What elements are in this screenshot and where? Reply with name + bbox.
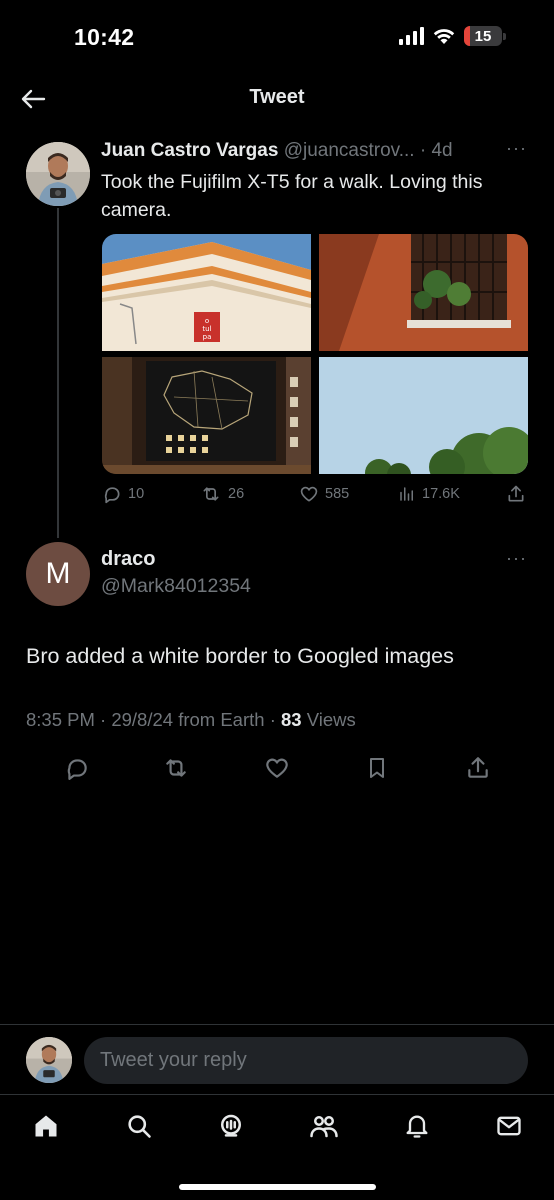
media-grid: o tul pa bbox=[102, 234, 528, 474]
like-button[interactable]: 585 bbox=[299, 484, 349, 504]
retweet-button[interactable] bbox=[160, 752, 192, 784]
tweet-actions bbox=[0, 752, 554, 784]
avatar-letter: M bbox=[45, 557, 71, 590]
search-icon bbox=[128, 1115, 151, 1138]
sign-text-line-1: o bbox=[205, 317, 209, 325]
sign-text-line-3: pa bbox=[203, 333, 212, 341]
heart-icon bbox=[300, 486, 318, 502]
status-bar: 10:42 15 bbox=[0, 0, 554, 76]
reply-icon bbox=[67, 759, 87, 780]
reply-composer bbox=[0, 1024, 554, 1094]
more-options-button[interactable]: ··· bbox=[506, 548, 527, 569]
home-icon bbox=[35, 1115, 57, 1137]
cellular-signal-icon bbox=[399, 27, 424, 45]
status-icons: 15 bbox=[399, 26, 506, 46]
share-icon bbox=[468, 757, 488, 778]
nav-communities[interactable] bbox=[309, 1111, 339, 1141]
retweet-icon bbox=[203, 487, 219, 501]
tweet-actions: 10 26 585 17.6K bbox=[102, 484, 528, 510]
tweet-header: Juan Castro Vargas @juancastrov... · 4d bbox=[101, 140, 531, 162]
share-icon bbox=[508, 485, 524, 502]
retweet-button[interactable]: 26 bbox=[200, 484, 244, 504]
communities-icon bbox=[310, 1116, 338, 1138]
thread-connector-line bbox=[57, 208, 59, 538]
retweet-count: 26 bbox=[228, 486, 245, 502]
like-button[interactable] bbox=[261, 752, 293, 784]
media-image-building[interactable]: o tul pa bbox=[102, 234, 311, 351]
media-image-sky[interactable] bbox=[319, 357, 528, 474]
spaces-icon bbox=[221, 1114, 241, 1137]
avatar[interactable] bbox=[26, 1037, 72, 1083]
battery-level-fill bbox=[464, 26, 470, 46]
timestamp-and-source: 8:35 PM · 29/8/24 from Earth · bbox=[26, 709, 281, 730]
battery-percentage: 15 bbox=[474, 27, 492, 45]
retweet-icon bbox=[166, 759, 186, 777]
battery-icon: 15 bbox=[464, 26, 506, 46]
avatar[interactable]: M bbox=[26, 542, 90, 606]
bookmark-icon bbox=[370, 758, 384, 778]
wifi-icon bbox=[433, 29, 455, 44]
tweet-metadata: 8:35 PM · 29/8/24 from Earth · 83 Views bbox=[26, 709, 356, 731]
tweet-text: Bro added a white border to Googled imag… bbox=[26, 644, 454, 668]
views-label: Views bbox=[301, 709, 356, 730]
status-time: 10:42 bbox=[74, 24, 135, 50]
nav-notifications[interactable] bbox=[402, 1111, 432, 1141]
view-count: 17.6K bbox=[422, 486, 460, 502]
share-button[interactable] bbox=[462, 752, 494, 784]
like-count: 585 bbox=[325, 486, 350, 502]
separator-dot: · bbox=[414, 140, 432, 161]
reply-input[interactable] bbox=[84, 1037, 528, 1084]
views-button[interactable]: 17.6K bbox=[398, 484, 460, 504]
bookmark-button[interactable] bbox=[361, 752, 393, 784]
nav-search[interactable] bbox=[124, 1111, 154, 1141]
home-indicator[interactable] bbox=[179, 1184, 376, 1190]
media-image-map[interactable] bbox=[102, 357, 311, 474]
nav-spaces[interactable] bbox=[216, 1111, 246, 1141]
nav-home[interactable] bbox=[31, 1111, 61, 1141]
ellipsis-icon: ··· bbox=[506, 138, 527, 158]
author-name[interactable]: Juan Castro Vargas bbox=[101, 140, 278, 161]
avatar-photo bbox=[26, 142, 90, 206]
reply-button[interactable] bbox=[61, 752, 93, 784]
top-header: Tweet bbox=[0, 76, 554, 124]
media-image-window[interactable] bbox=[319, 234, 528, 351]
notifications-icon bbox=[406, 1115, 428, 1138]
tweet-text: Took the Fujifilm X-T5 for a walk. Lovin… bbox=[101, 171, 483, 221]
sign-text-line-2: tul bbox=[202, 325, 211, 333]
reply-button[interactable]: 10 bbox=[102, 484, 144, 504]
views-count[interactable]: 83 bbox=[281, 709, 302, 730]
nav-messages[interactable] bbox=[494, 1111, 524, 1141]
messages-icon bbox=[497, 1116, 521, 1136]
author-handle[interactable]: @Mark84012354 bbox=[101, 575, 251, 598]
avatar[interactable] bbox=[26, 142, 90, 206]
author-name[interactable]: draco bbox=[101, 548, 155, 571]
ellipsis-icon: ··· bbox=[506, 548, 527, 568]
reply-count: 10 bbox=[128, 486, 145, 502]
page-title: Tweet bbox=[249, 86, 305, 108]
share-button[interactable] bbox=[506, 484, 526, 504]
author-handle[interactable]: @juancastrov... bbox=[284, 140, 415, 161]
avatar-photo bbox=[26, 1037, 72, 1083]
more-options-button[interactable]: ··· bbox=[506, 138, 527, 159]
analytics-icon bbox=[400, 487, 413, 501]
tweet-time[interactable]: 4d bbox=[431, 140, 452, 161]
heart-icon bbox=[266, 758, 288, 778]
reply-icon bbox=[104, 487, 120, 504]
